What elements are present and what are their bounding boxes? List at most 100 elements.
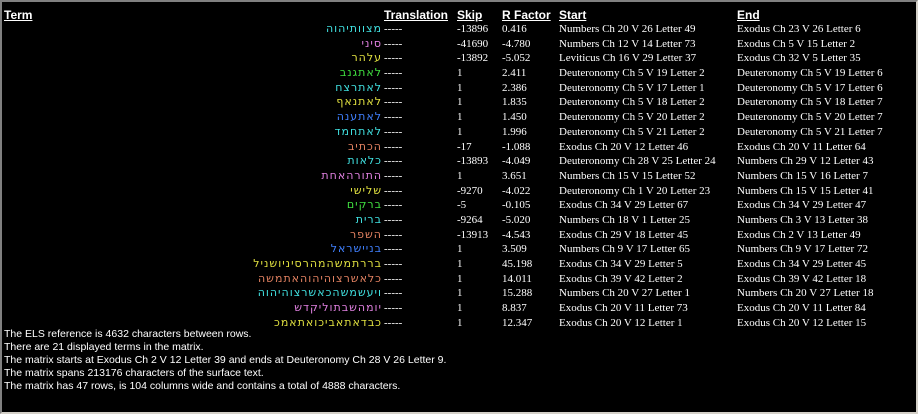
end-cell: Numbers Ch 9 V 17 Letter 72 — [737, 243, 868, 256]
end-cell: Exodus Ch 20 V 11 Letter 84 — [737, 302, 866, 315]
table-row[interactable]: בניישראל ----- 1 3.509 Numbers Ch 9 V 17 Let… — [2, 242, 916, 257]
term-cell: סיני — [361, 36, 382, 50]
term-cell: כלאשרצוהיהוהאתמשה — [258, 271, 382, 285]
term-cell: לאתענה — [336, 110, 382, 124]
table-row[interactable]: שלישי ----- -9270 -4.022 Deuteronomy Ch 1 V … — [2, 184, 916, 199]
translation-cell: ----- — [384, 37, 403, 50]
translation-cell: ----- — [384, 258, 403, 270]
header-rfactor[interactable]: R Factor — [502, 8, 551, 22]
term-cell: לאתרצח — [335, 80, 382, 94]
table-row[interactable]: ויעשמשהכאשרצוהיהוה ----- 1 15.288 Numbers Ch… — [2, 286, 916, 301]
rfactor-cell: -5.020 — [502, 213, 531, 226]
skip-cell: -13892 — [457, 52, 489, 65]
info-term-count: There are 21 displayed terms in the matr… — [4, 341, 204, 353]
skip-cell: 1 — [457, 125, 463, 138]
term-cell: עלהר — [351, 51, 382, 65]
start-cell: Deuteronomy Ch 5 V 20 Letter 2 — [559, 111, 705, 124]
skip-cell: -13896 — [457, 23, 489, 35]
table-row[interactable]: השפר ----- -13913 -4.543 Exodus Ch 29 V 18 L… — [2, 228, 916, 243]
table-row[interactable]: לאתענה ----- 1 1.450 Deuteronomy Ch 5 V 20 L… — [2, 110, 916, 125]
end-cell: Deuteronomy Ch 5 V 19 Letter 6 — [737, 67, 883, 80]
end-cell: Exodus Ch 32 V 5 Letter 35 — [737, 52, 861, 65]
header-end[interactable]: End — [737, 8, 760, 22]
translation-cell: ----- — [384, 228, 403, 241]
table-row[interactable]: הכתיב ----- -17 -1.088 Exodus Ch 20 V 12 Let… — [2, 140, 916, 155]
translation-cell: ----- — [384, 169, 403, 182]
table-row[interactable]: מצוותיהוה ----- -13896 0.416 Numbers Ch 20 V… — [2, 22, 916, 37]
info-els-reference: The ELS reference is 4632 characters bet… — [4, 328, 252, 340]
skip-cell: 1 — [457, 81, 463, 94]
header-term[interactable]: Term — [4, 8, 32, 22]
start-cell: Deuteronomy Ch 5 V 17 Letter 1 — [559, 81, 705, 94]
start-cell: Exodus Ch 34 V 29 Letter 5 — [559, 258, 683, 270]
rfactor-cell: 15.288 — [502, 287, 533, 300]
skip-cell: -13893 — [457, 155, 489, 168]
translation-cell: ----- — [384, 213, 403, 226]
translation-cell: ----- — [384, 96, 403, 109]
term-cell: לאתחמד — [334, 124, 382, 138]
table-row[interactable]: בררתמשהמהרסיניושניל ----- 1 45.198 Exodus Ch… — [2, 257, 916, 272]
table-row[interactable]: כלאשרצוהיהוהאתמשה ----- 1 14.011 Exodus Ch 3… — [2, 272, 916, 287]
rfactor-cell: 1.450 — [502, 111, 527, 124]
rfactor-cell: 3.651 — [502, 169, 527, 182]
table-row[interactable]: ברית ----- -9264 -5.020 Numbers Ch 18 V 1 Le… — [2, 213, 916, 228]
start-cell: Deuteronomy Ch 28 V 25 Letter 24 — [559, 155, 716, 168]
rfactor-cell: 14.011 — [502, 272, 532, 285]
term-cell: מצוותיהוה — [325, 22, 382, 35]
skip-cell: 1 — [457, 67, 463, 80]
end-cell: Exodus Ch 39 V 42 Letter 18 — [737, 272, 867, 285]
skip-cell: -9270 — [457, 184, 483, 197]
term-cell: ברית — [355, 212, 382, 226]
table-row[interactable]: התורהאחת ----- 1 3.651 Numbers Ch 15 V 15 Le… — [2, 169, 916, 184]
table-row[interactable]: לאתנאף ----- 1 1.835 Deuteronomy Ch 5 V 18 L… — [2, 95, 916, 110]
translation-cell: ----- — [384, 81, 403, 94]
table-row[interactable]: ברקים ----- -5 -0.105 Exodus Ch 34 V 29 Lett… — [2, 198, 916, 213]
term-cell: בררתמשהמהרסיניושניל — [253, 257, 382, 270]
rfactor-cell: 12.347 — [502, 316, 533, 329]
start-cell: Numbers Ch 18 V 1 Letter 25 — [559, 213, 690, 226]
skip-cell: -5 — [457, 199, 467, 212]
rfactor-cell: 0.416 — [502, 23, 527, 35]
end-cell: Exodus Ch 2 V 13 Letter 49 — [737, 228, 861, 241]
end-cell: Numbers Ch 15 V 16 Letter 7 — [737, 169, 868, 182]
end-cell: Numbers Ch 20 V 27 Letter 18 — [737, 287, 874, 300]
translation-cell: ----- — [384, 272, 403, 285]
table-row[interactable]: לאתחמד ----- 1 1.996 Deuteronomy Ch 5 V 21 L… — [2, 125, 916, 140]
skip-cell: -17 — [457, 140, 472, 153]
translation-cell: ----- — [384, 184, 403, 197]
header-start[interactable]: Start — [559, 8, 586, 22]
rfactor-cell: -4.049 — [502, 155, 531, 168]
skip-cell: 1 — [457, 111, 463, 124]
rfactor-cell: 2.411 — [502, 67, 527, 80]
table-row[interactable]: יומהשבתוליקדש ----- 1 8.837 Exodus Ch 20 V 1… — [2, 301, 916, 316]
table-row[interactable]: עלהר ----- -13892 -5.052 Leviticus Ch 16 V 2… — [2, 51, 916, 66]
table-row[interactable]: סיני ----- -41690 -4.780 Numbers Ch 12 V 14 … — [2, 37, 916, 52]
term-cell: ברקים — [346, 198, 382, 212]
start-cell: Exodus Ch 20 V 12 Letter 1 — [559, 316, 683, 329]
table-row[interactable]: לאתרצח ----- 1 2.386 Deuteronomy Ch 5 V 17 L… — [2, 81, 916, 96]
term-cell: לאתנאף — [336, 95, 382, 109]
rfactor-cell: 8.837 — [502, 302, 527, 315]
skip-cell: 1 — [457, 169, 463, 182]
end-cell: Exodus Ch 34 V 29 Letter 47 — [737, 199, 867, 212]
translation-cell: ----- — [384, 199, 403, 212]
info-matrix-range: The matrix starts at Exodus Ch 2 V 12 Le… — [4, 354, 447, 366]
header-skip[interactable]: Skip — [457, 8, 482, 22]
translation-cell: ----- — [384, 287, 403, 300]
end-cell: Numbers Ch 3 V 13 Letter 38 — [737, 213, 868, 226]
skip-cell: -41690 — [457, 37, 489, 50]
end-cell: Deuteronomy Ch 5 V 17 Letter 6 — [737, 81, 883, 94]
start-cell: Deuteronomy Ch 5 V 18 Letter 2 — [559, 96, 705, 109]
skip-cell: 1 — [457, 96, 463, 109]
table-row[interactable]: כלאות ----- -13893 -4.049 Deuteronomy Ch 28 … — [2, 154, 916, 169]
end-cell: Exodus Ch 20 V 12 Letter 15 — [737, 316, 867, 329]
header-translation[interactable]: Translation — [384, 8, 448, 22]
end-cell: Deuteronomy Ch 5 V 20 Letter 7 — [737, 111, 883, 124]
rfactor-cell: -4.780 — [502, 37, 531, 50]
start-cell: Exodus Ch 20 V 12 Letter 46 — [559, 140, 689, 153]
rfactor-cell: 45.198 — [502, 258, 533, 270]
term-cell: שלישי — [350, 183, 382, 197]
start-cell: Numbers Ch 15 V 15 Letter 52 — [559, 169, 696, 182]
skip-cell: -13913 — [457, 228, 489, 241]
table-row[interactable]: לאתגנב ----- 1 2.411 Deuteronomy Ch 5 V 19 L… — [2, 66, 916, 81]
